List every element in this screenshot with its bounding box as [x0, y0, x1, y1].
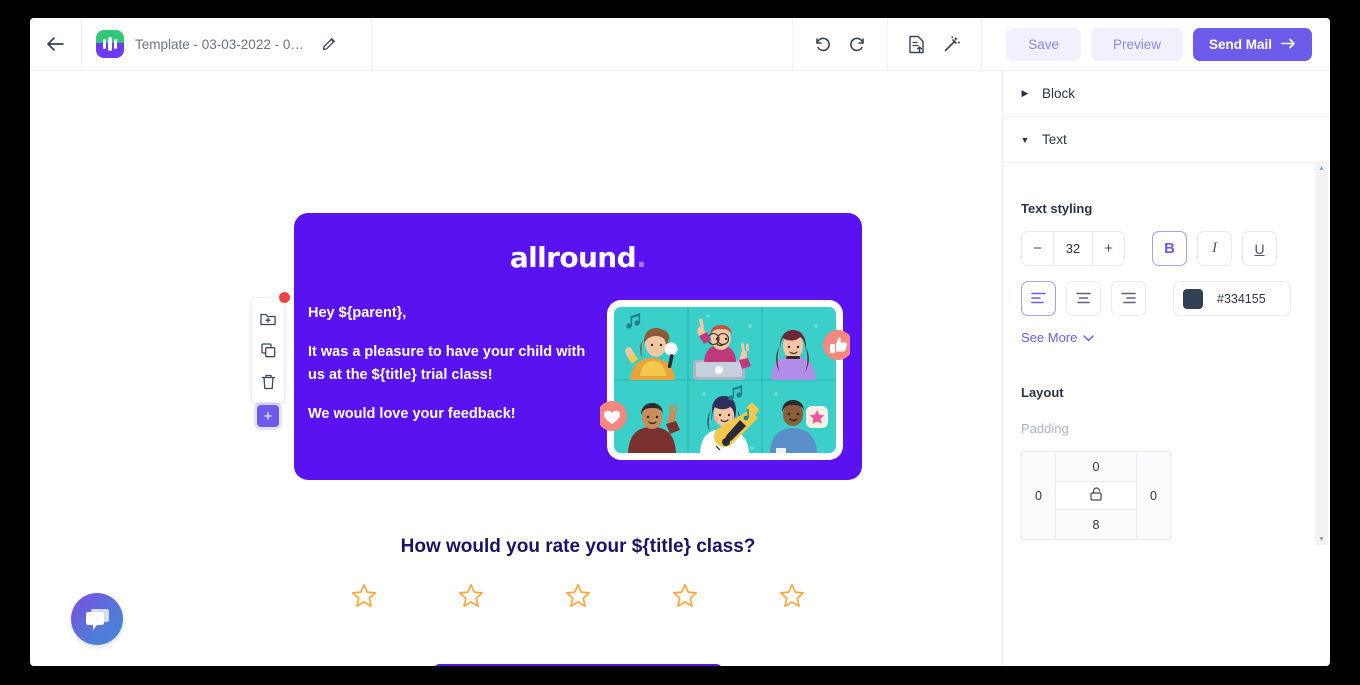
- padding-label: Padding: [1021, 421, 1069, 436]
- align-right-icon: [1121, 291, 1136, 307]
- rating-block[interactable]: How would you rate your ${title} class?: [294, 536, 862, 613]
- font-size-increase-button[interactable]: +: [1093, 232, 1124, 265]
- toolbar-spacer: [372, 18, 794, 70]
- layout-heading: Layout: [1021, 385, 1064, 400]
- hero-content: Hey ${parent}, It was a pleasure to have…: [294, 274, 862, 463]
- padding-left-input[interactable]: 0: [1022, 452, 1055, 539]
- align-left-icon: [1031, 291, 1046, 307]
- block-toolbar: [252, 292, 290, 403]
- save-button[interactable]: Save: [1006, 27, 1081, 61]
- action-buttons: Save Preview Send Mail: [982, 18, 1330, 70]
- scroll-down-arrow[interactable]: ▼: [1318, 536, 1325, 543]
- add-block-button[interactable]: +: [257, 405, 279, 427]
- wordmark-text: allround: [509, 241, 637, 274]
- wordmark-dot: .: [636, 241, 647, 274]
- chevron-down-icon: [1083, 330, 1095, 345]
- video-call-grid-illustration: [597, 298, 853, 463]
- properties-sidebar: ▶ Block ▼ Text Text styling − 32 + B I U…: [1003, 71, 1330, 666]
- padding-control: 0 0 8 0: [1021, 451, 1171, 540]
- chevron-down-icon: ▼: [1020, 134, 1030, 145]
- tools-group: [888, 18, 983, 70]
- padding-right-input[interactable]: 0: [1137, 452, 1170, 539]
- folder-add-icon[interactable]: [252, 304, 284, 335]
- top-toolbar: Template - 03-03-2022 - 04:... Save Prev…: [30, 18, 1330, 71]
- hero-copy[interactable]: Hey ${parent}, It was a pleasure to have…: [308, 302, 592, 463]
- italic-button[interactable]: I: [1197, 231, 1232, 266]
- document-upload-icon[interactable]: [908, 35, 925, 54]
- underline-button[interactable]: U: [1242, 231, 1277, 266]
- padding-bottom-input[interactable]: 8: [1055, 510, 1137, 539]
- preview-button[interactable]: Preview: [1090, 27, 1183, 61]
- align-left-button[interactable]: [1021, 281, 1056, 316]
- chevron-right-icon: ▶: [1021, 88, 1029, 98]
- magic-wand-icon[interactable]: [943, 35, 961, 53]
- accordion-text[interactable]: ▼ Text: [1003, 117, 1330, 163]
- body-line: It was a pleasure to have your child wit…: [308, 344, 586, 383]
- arrow-left-icon: [46, 36, 65, 52]
- font-size-decrease-button[interactable]: −: [1022, 232, 1053, 265]
- align-right-button[interactable]: [1111, 281, 1146, 316]
- app-window: Template - 03-03-2022 - 04:... Save Prev…: [30, 18, 1330, 666]
- chat-bubble-icon[interactable]: [71, 593, 123, 645]
- row-gap: [1135, 231, 1142, 266]
- bold-button[interactable]: B: [1152, 231, 1187, 266]
- document-title: Template - 03-03-2022 - 04:...: [135, 36, 311, 52]
- sidebar-scrollbar[interactable]: ▲ ▼: [1315, 163, 1328, 545]
- text-panel: Text styling − 32 + B I U #334155 See Mo…: [1003, 163, 1330, 540]
- app-body: + allround. Hey ${parent}, It was a plea…: [30, 71, 1330, 666]
- pencil-icon[interactable]: [322, 37, 336, 51]
- accordion-block[interactable]: ▶ Block: [1003, 71, 1330, 117]
- accordion-text-label: Text: [1042, 132, 1067, 147]
- star-icon-5[interactable]: [779, 583, 805, 613]
- document-title-group: Template - 03-03-2022 - 04:...: [82, 18, 372, 70]
- star-icon-3[interactable]: [565, 583, 591, 613]
- padding-top-input[interactable]: 0: [1055, 452, 1137, 481]
- allround-app-logo: [96, 30, 124, 58]
- rating-question: How would you rate your ${title} class?: [400, 536, 756, 557]
- see-more-label: See More: [1021, 330, 1078, 345]
- text-color-picker[interactable]: #334155: [1173, 281, 1291, 316]
- padding-middle-column: 0 8: [1055, 452, 1137, 539]
- duplicate-icon[interactable]: [252, 335, 284, 366]
- email-template: allround. Hey ${parent}, It was a pleasu…: [294, 213, 862, 666]
- padding-lock-toggle[interactable]: [1055, 481, 1137, 510]
- color-hex-value: #334155: [1217, 291, 1266, 306]
- color-swatch: [1183, 288, 1203, 309]
- trash-icon[interactable]: [252, 366, 284, 397]
- send-mail-button[interactable]: Send Mail: [1192, 27, 1312, 61]
- greeting-line: Hey ${parent},: [308, 305, 407, 321]
- star-rating: [294, 583, 862, 613]
- history-group: [793, 18, 889, 70]
- allround-wordmark: allround.: [294, 241, 862, 274]
- star-icon-2[interactable]: [458, 583, 484, 613]
- align-center-button[interactable]: [1066, 281, 1101, 316]
- redo-icon[interactable]: [849, 36, 867, 52]
- star-icon-1[interactable]: [351, 583, 377, 613]
- back-button[interactable]: [30, 18, 82, 70]
- font-size-value[interactable]: 32: [1053, 232, 1093, 265]
- align-center-icon: [1076, 291, 1091, 307]
- font-size-stepper: − 32 +: [1021, 231, 1125, 266]
- arrow-right-icon: [1281, 37, 1296, 52]
- closing-line: We would love your feedback!: [308, 406, 516, 423]
- unread-dot: [279, 292, 290, 303]
- see-more-toggle[interactable]: See More: [1021, 330, 1095, 345]
- font-size-row: − 32 + B I U: [1021, 231, 1312, 266]
- submit-button[interactable]: Submit: [433, 664, 723, 666]
- row-gap-2: [1156, 281, 1163, 316]
- device-bezel: Template - 03-03-2022 - 04:... Save Prev…: [0, 0, 1360, 685]
- send-mail-label: Send Mail: [1208, 36, 1272, 52]
- unlock-icon: [1089, 487, 1103, 504]
- star-icon-4[interactable]: [672, 583, 698, 613]
- scroll-up-arrow[interactable]: ▲: [1318, 165, 1325, 172]
- text-styling-heading: Text styling: [1021, 201, 1093, 216]
- undo-icon[interactable]: [813, 36, 831, 52]
- accordion-block-label: Block: [1042, 86, 1076, 101]
- email-canvas: + allround. Hey ${parent}, It was a plea…: [30, 71, 1003, 666]
- email-hero-block[interactable]: allround. Hey ${parent}, It was a pleasu…: [294, 213, 862, 480]
- align-color-row: #334155: [1021, 281, 1312, 316]
